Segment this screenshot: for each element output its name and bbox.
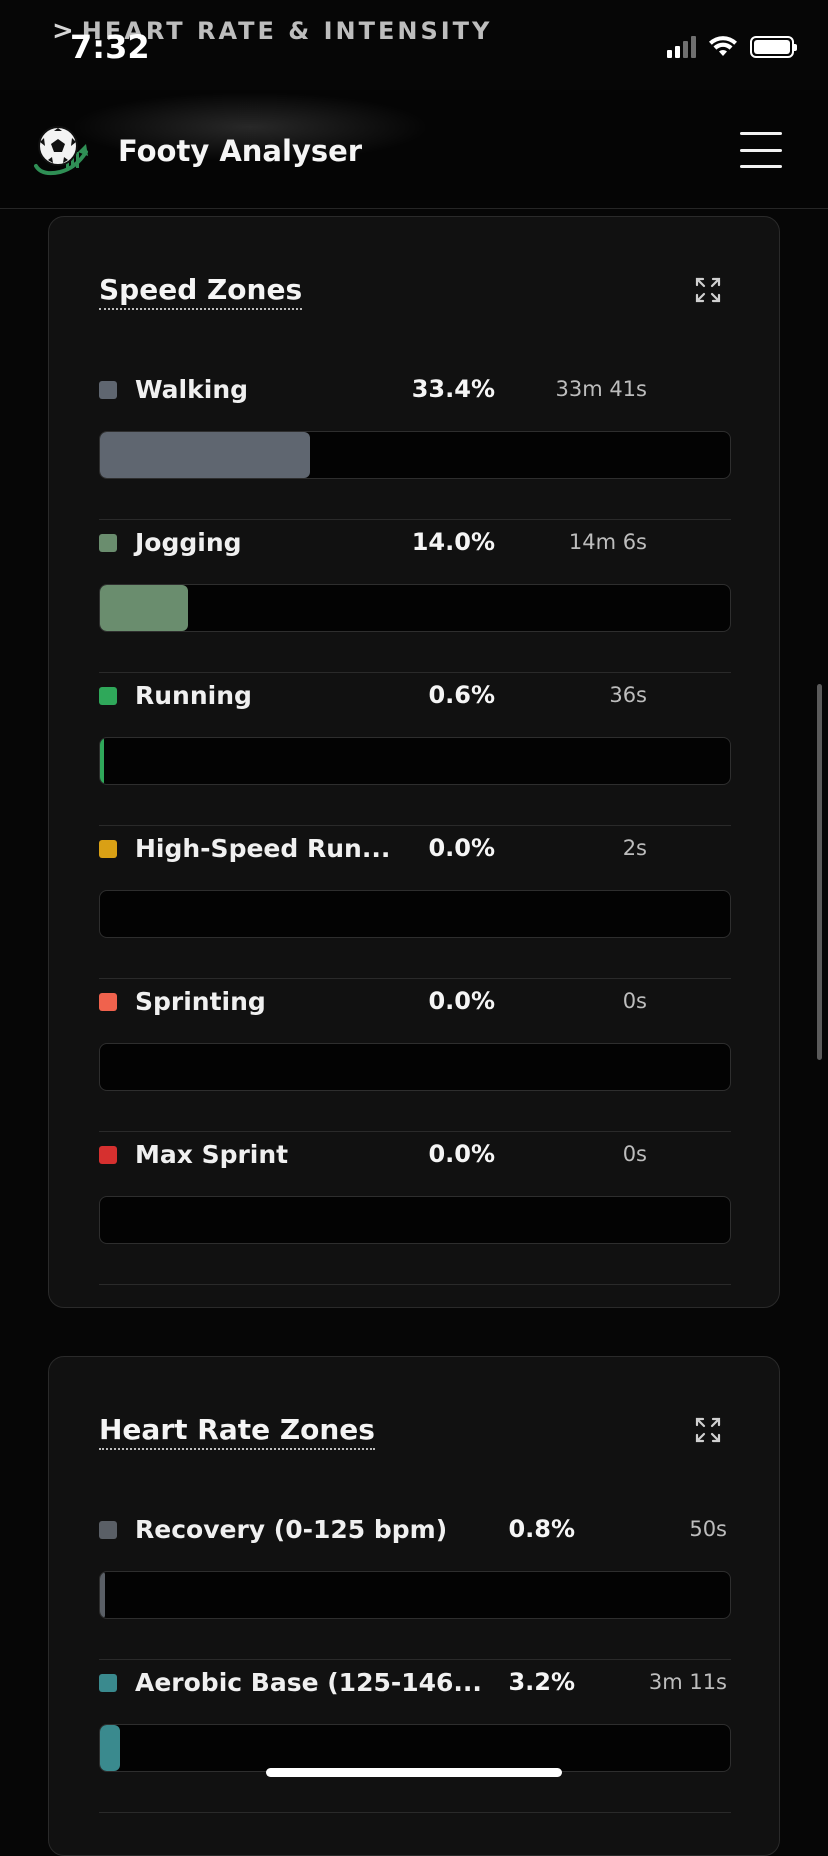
- zone-progress-fill: [100, 1725, 121, 1771]
- speed-zone-row: High-Speed Run... 0.0% 2s: [99, 826, 731, 979]
- zone-name: Sprinting: [135, 987, 266, 1016]
- expand-icon[interactable]: [695, 1417, 721, 1443]
- zone-percent: 3.2%: [508, 1668, 575, 1696]
- app-title: Footy Analyser: [118, 134, 363, 168]
- expand-icon[interactable]: [695, 277, 721, 303]
- zone-duration: 3m 11s: [648, 1670, 727, 1694]
- cellular-signal-icon: [667, 36, 696, 58]
- heart-rate-zones-card: Heart Rate Zones Recovery (0-125 bpm) 0.…: [48, 1356, 780, 1856]
- zone-percent: 0.0%: [428, 834, 495, 862]
- zone-color-swatch: [99, 1521, 117, 1539]
- speed-zone-row: Max Sprint 0.0% 0s: [99, 1132, 731, 1285]
- zone-progress-track: [99, 1043, 731, 1091]
- zone-progress-track: [99, 1571, 731, 1619]
- zone-progress-track: [99, 890, 731, 938]
- speed-zones-title[interactable]: Speed Zones: [99, 273, 303, 310]
- zone-name: Max Sprint: [135, 1140, 289, 1169]
- home-indicator[interactable]: [266, 1768, 562, 1777]
- zone-duration: 36s: [609, 683, 647, 707]
- zone-color-swatch: [99, 840, 117, 858]
- zone-name: Running: [135, 681, 252, 710]
- zone-progress-fill: [100, 432, 311, 478]
- zone-color-swatch: [99, 381, 117, 399]
- zone-percent: 0.8%: [508, 1515, 575, 1543]
- heart-rate-zone-row: Aerobic Base (125-146... 3.2% 3m 11s: [99, 1660, 731, 1813]
- speed-zone-row: Sprinting 0.0% 0s: [99, 979, 731, 1132]
- hamburger-menu-button[interactable]: [740, 132, 782, 168]
- zone-duration: 14m 6s: [568, 530, 647, 554]
- wifi-icon: [709, 36, 737, 56]
- zone-percent: 0.6%: [428, 681, 495, 709]
- scrollbar[interactable]: [817, 684, 822, 1060]
- zone-duration: 2s: [622, 836, 647, 860]
- zone-percent: 33.4%: [411, 375, 495, 403]
- zone-progress-track: [99, 584, 731, 632]
- battery-icon: [750, 36, 797, 58]
- zone-progress-track: [99, 1724, 731, 1772]
- zone-progress-track: [99, 737, 731, 785]
- zone-percent: 0.0%: [428, 987, 495, 1015]
- zone-color-swatch: [99, 993, 117, 1011]
- zone-name: High-Speed Run...: [135, 834, 391, 863]
- speed-zone-list: Walking 33.4% 33m 41s Jogging 14.0% 14m …: [99, 367, 731, 1285]
- zone-duration: 33m 41s: [555, 377, 647, 401]
- zone-color-swatch: [99, 1674, 117, 1692]
- zone-name: Aerobic Base (125-146...: [135, 1668, 482, 1697]
- speed-zone-row: Running 0.6% 36s: [99, 673, 731, 826]
- status-icons: [667, 36, 797, 58]
- heart-rate-zone-row: Recovery (0-125 bpm) 0.8% 50s: [99, 1507, 731, 1660]
- status-time: 7:32: [70, 28, 150, 66]
- zone-percent: 14.0%: [411, 528, 495, 556]
- speed-zone-row: Walking 33.4% 33m 41s: [99, 367, 731, 520]
- speed-zone-row: Jogging 14.0% 14m 6s: [99, 520, 731, 673]
- soccer-ball-logo-icon: [34, 126, 88, 176]
- zone-color-swatch: [99, 534, 117, 552]
- zone-color-swatch: [99, 687, 117, 705]
- app-header: Footy Analyser: [0, 90, 828, 209]
- speed-zones-card: Speed Zones Walking 33.4% 33m 41s Joggin…: [48, 216, 780, 1308]
- zone-duration: 0s: [622, 989, 647, 1013]
- zone-name: Jogging: [135, 528, 242, 557]
- zone-name: Walking: [135, 375, 249, 404]
- zone-progress-track: [99, 431, 731, 479]
- zone-percent: 0.0%: [428, 1140, 495, 1168]
- zone-progress-fill: [100, 738, 104, 784]
- zone-duration: 0s: [622, 1142, 647, 1166]
- zone-progress-fill: [100, 1572, 106, 1618]
- zone-progress-track: [99, 1196, 731, 1244]
- hamburger-menu-icon: [740, 132, 782, 135]
- heart-rate-zones-title[interactable]: Heart Rate Zones: [99, 1413, 375, 1450]
- zone-progress-fill: [100, 585, 189, 631]
- zone-color-swatch: [99, 1146, 117, 1164]
- zone-name: Recovery (0-125 bpm): [135, 1515, 448, 1544]
- zone-duration: 50s: [689, 1517, 727, 1541]
